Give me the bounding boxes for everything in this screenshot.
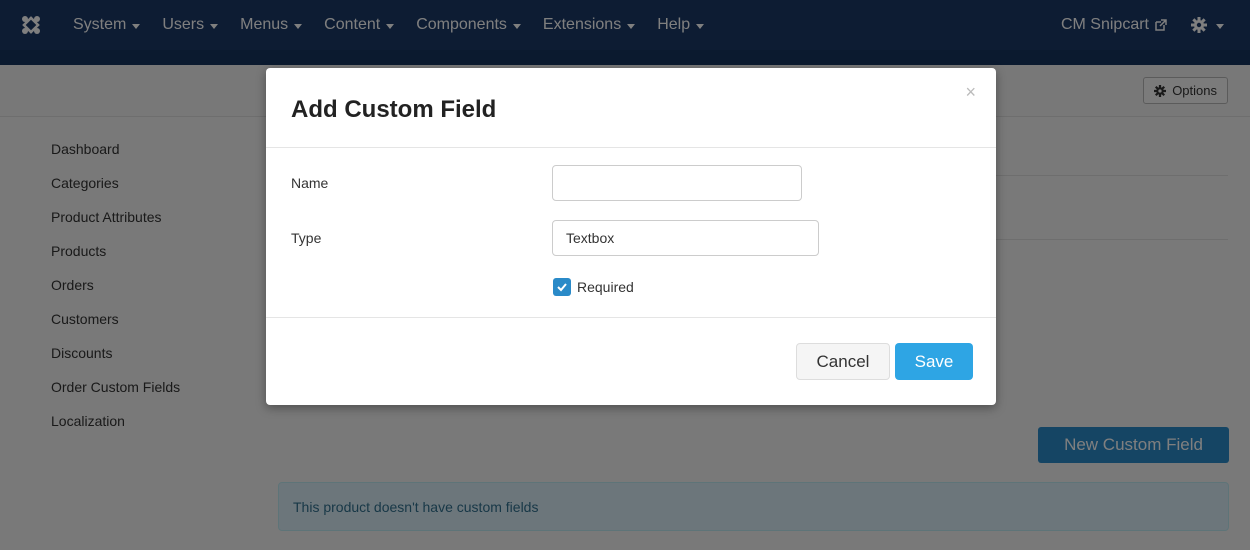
checkmark-icon — [557, 283, 567, 292]
type-select[interactable] — [552, 220, 819, 256]
modal-header: Add Custom Field × — [266, 68, 996, 148]
required-checkbox-row[interactable]: Required — [553, 278, 634, 296]
cancel-button[interactable]: Cancel — [796, 343, 890, 380]
required-checkbox[interactable] — [553, 278, 571, 296]
add-custom-field-modal: Add Custom Field × Name Type Required Ca… — [266, 68, 996, 405]
required-label: Required — [577, 279, 634, 295]
name-input[interactable] — [552, 165, 802, 201]
close-icon[interactable]: × — [965, 82, 976, 103]
name-label: Name — [291, 175, 329, 191]
save-button[interactable]: Save — [895, 343, 973, 380]
type-label: Type — [291, 230, 322, 246]
modal-title: Add Custom Field — [291, 96, 497, 123]
